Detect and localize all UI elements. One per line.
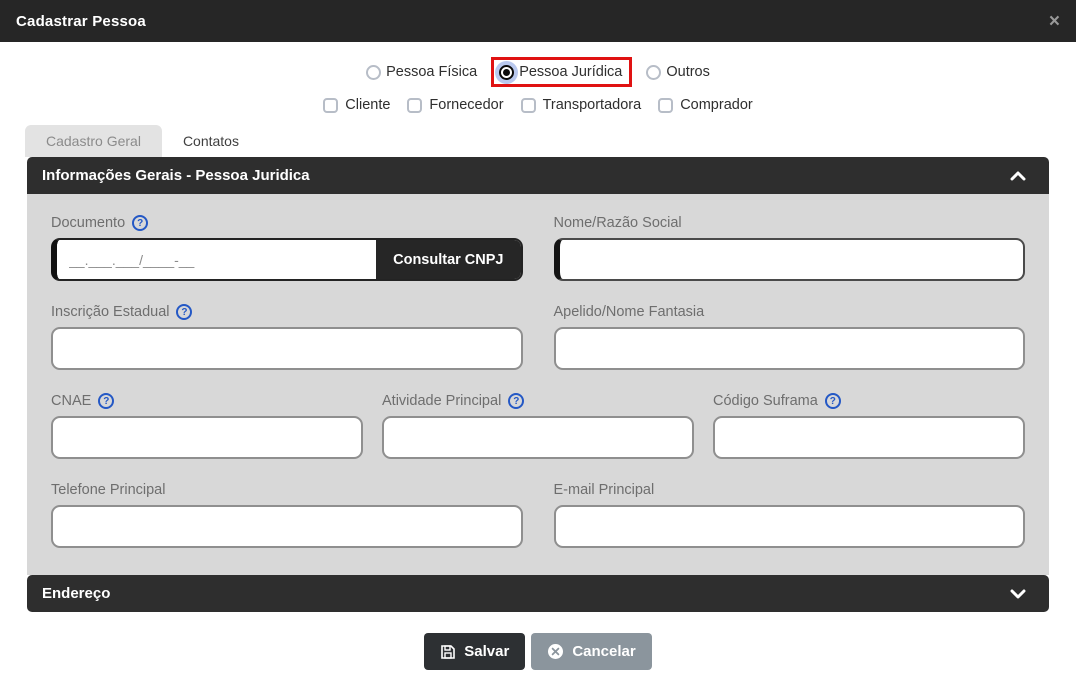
radio-label: Pessoa Física — [386, 64, 478, 80]
address-section-header[interactable]: Endereço — [27, 575, 1049, 612]
general-section: Informações Gerais - Pessoa Juridica Doc… — [27, 157, 1049, 612]
radio-icon[interactable] — [646, 64, 662, 80]
checkbox-icon[interactable] — [520, 97, 536, 113]
radio-pessoa-fisica[interactable]: Pessoa Física — [366, 64, 477, 80]
save-button[interactable]: Salvar — [424, 633, 526, 670]
nome-razao-label: Nome/Razão Social — [553, 215, 682, 231]
atividade-principal-label: Atividade Principal — [382, 393, 502, 409]
email-principal-input[interactable] — [553, 505, 1025, 548]
tab-cadastro-geral[interactable]: Cadastro Geral — [25, 125, 162, 157]
roles-group: Cliente Fornecedor Transportadora Compra… — [0, 97, 1076, 113]
cancel-icon — [547, 643, 564, 660]
cancel-button[interactable]: Cancelar — [531, 633, 652, 670]
field-apelido-fantasia: Apelido/Nome Fantasia — [553, 304, 1025, 370]
field-telefone-principal: Telefone Principal — [51, 482, 523, 548]
radio-icon[interactable] — [366, 64, 382, 80]
general-section-title: Informações Gerais - Pessoa Juridica — [42, 167, 310, 184]
help-icon[interactable]: ? — [98, 393, 115, 409]
cancel-button-label: Cancelar — [572, 643, 636, 660]
radio-icon-selected[interactable] — [499, 64, 515, 80]
modal-header: Cadastrar Pessoa × — [0, 0, 1076, 42]
documento-label: Documento — [51, 215, 126, 231]
checkbox-transportadora[interactable]: Transportadora — [520, 97, 642, 113]
atividade-principal-input[interactable] — [382, 416, 694, 459]
checkbox-icon[interactable] — [407, 97, 423, 113]
cnae-input[interactable] — [51, 416, 363, 459]
checkbox-fornecedor[interactable]: Fornecedor — [407, 97, 504, 113]
help-icon[interactable]: ? — [176, 304, 193, 320]
modal-title: Cadastrar Pessoa — [16, 12, 146, 30]
checkbox-comprador[interactable]: Comprador — [658, 97, 753, 113]
radio-pessoa-juridica[interactable]: Pessoa Jurídica — [499, 64, 622, 80]
checkbox-icon[interactable] — [658, 97, 674, 113]
documento-input[interactable] — [57, 240, 377, 279]
chevron-up-icon[interactable] — [1010, 171, 1026, 181]
codigo-suframa-input[interactable] — [713, 416, 1025, 459]
checkbox-label: Cliente — [345, 97, 391, 113]
tab-bar: Cadastro Geral Contatos — [25, 125, 1076, 157]
field-documento: Documento ? Consultar CNPJ — [51, 215, 523, 281]
person-type-group: Pessoa Física Pessoa Jurídica Outros — [0, 54, 1076, 90]
close-icon[interactable]: × — [1049, 12, 1060, 31]
help-icon[interactable]: ? — [132, 215, 149, 231]
field-cnae: CNAE ? — [51, 393, 363, 459]
save-icon — [440, 644, 456, 660]
email-principal-label: E-mail Principal — [553, 482, 655, 498]
checkbox-label: Fornecedor — [429, 97, 504, 113]
field-email-principal: E-mail Principal — [553, 482, 1025, 548]
checkbox-label: Comprador — [680, 97, 753, 113]
radio-outros[interactable]: Outros — [646, 64, 710, 80]
save-button-label: Salvar — [464, 643, 510, 660]
telefone-principal-label: Telefone Principal — [51, 482, 166, 498]
cnae-label: CNAE — [51, 393, 92, 409]
checkbox-label: Transportadora — [542, 97, 642, 113]
address-section-title: Endereço — [42, 585, 111, 602]
field-inscricao-estadual: Inscrição Estadual ? — [51, 304, 523, 370]
tab-contatos[interactable]: Contatos — [162, 125, 260, 157]
inscricao-estadual-label: Inscrição Estadual — [51, 304, 170, 320]
general-section-body: Documento ? Consultar CNPJ Nome/Razão So… — [27, 194, 1049, 575]
apelido-fantasia-label: Apelido/Nome Fantasia — [553, 304, 705, 320]
inscricao-estadual-input[interactable] — [51, 327, 523, 370]
help-icon[interactable]: ? — [508, 393, 525, 409]
field-nome-razao: Nome/Razão Social — [553, 215, 1025, 281]
documento-input-group: Consultar CNPJ — [51, 238, 523, 281]
telefone-principal-input[interactable] — [51, 505, 523, 548]
apelido-fantasia-input[interactable] — [553, 327, 1025, 370]
radio-label: Pessoa Jurídica — [519, 64, 623, 80]
footer-actions: Salvar Cancelar — [0, 633, 1076, 670]
checkbox-icon[interactable] — [323, 97, 339, 113]
codigo-suframa-label: Código Suframa — [713, 393, 818, 409]
consultar-cnpj-button[interactable]: Consultar CNPJ — [376, 240, 521, 279]
help-icon[interactable]: ? — [824, 393, 841, 409]
general-section-header[interactable]: Informações Gerais - Pessoa Juridica — [27, 157, 1049, 194]
field-codigo-suframa: Código Suframa ? — [713, 393, 1025, 459]
radio-label: Outros — [666, 64, 710, 80]
field-atividade-principal: Atividade Principal ? — [382, 393, 694, 459]
highlight-annotation-box: Pessoa Jurídica — [491, 57, 633, 87]
checkbox-cliente[interactable]: Cliente — [323, 97, 390, 113]
nome-razao-input[interactable] — [553, 238, 1025, 281]
chevron-down-icon[interactable] — [1010, 589, 1026, 599]
